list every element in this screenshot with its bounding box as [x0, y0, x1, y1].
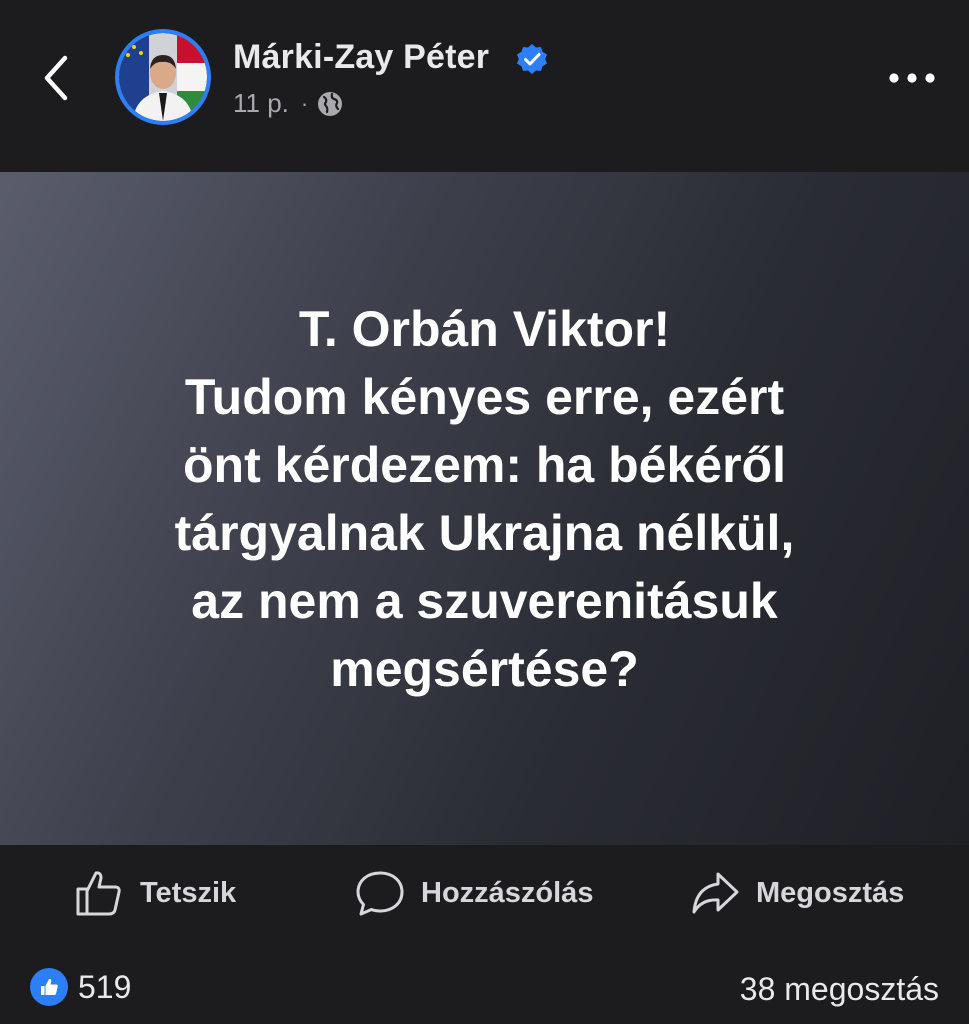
- comment-button[interactable]: Hozzászólás: [355, 867, 593, 919]
- share-arrow-icon: [692, 872, 739, 914]
- comment-bubble-icon: [356, 871, 404, 916]
- like-label: Tetszik: [140, 876, 237, 909]
- post-actions-bar: Tetszik Hozzászólás Megosztás: [0, 845, 969, 945]
- thumbs-up-icon: [76, 871, 121, 916]
- more-horizontal-icon: [889, 73, 935, 83]
- like-reaction-icon: [30, 968, 68, 1006]
- share-label: Megosztás: [756, 876, 905, 909]
- post-header: Márki-Zay Péter 11 p. ·: [0, 0, 969, 172]
- post-text-line: T. Orbán Viktor!: [298, 300, 671, 357]
- post-meta: 11 p. ·: [233, 88, 344, 119]
- author-name[interactable]: Márki-Zay Péter: [233, 38, 489, 77]
- post-text-line: Tudom kényes erre, ezért: [184, 368, 785, 425]
- post-text-line: önt kérdezem: ha békéről: [183, 436, 786, 493]
- share-button[interactable]: Megosztás: [690, 867, 904, 919]
- post-text-line: megsértése?: [330, 640, 639, 697]
- post-stats: 519 38 megosztás: [0, 945, 969, 1024]
- reaction-count: 519: [78, 968, 132, 1005]
- post-time[interactable]: 11 p.: [233, 88, 289, 119]
- avatar[interactable]: [115, 29, 211, 125]
- post-screen: Márki-Zay Péter 11 p. · T. Orbán Viktor!…: [0, 0, 969, 1024]
- profile-photo: [119, 33, 207, 121]
- meta-separator: ·: [300, 90, 309, 116]
- post-text-line: tárgyalnak Ukrajna nélkül,: [174, 504, 795, 561]
- verified-badge-icon: [517, 44, 547, 74]
- back-button[interactable]: [30, 48, 82, 108]
- like-button[interactable]: Tetszik: [74, 867, 236, 919]
- chevron-left-icon: [44, 55, 68, 101]
- globe-icon: [318, 91, 343, 116]
- post-content-card[interactable]: T. Orbán Viktor! Tudom kényes erre, ezér…: [0, 172, 969, 845]
- reaction-summary[interactable]: 519: [30, 968, 131, 1006]
- post-text: T. Orbán Viktor! Tudom kényes erre, ezér…: [65, 295, 905, 703]
- post-text-line: az nem a szuverenitásuk: [191, 572, 778, 629]
- share-count[interactable]: 38 megosztás: [740, 971, 939, 1008]
- more-options-button[interactable]: [884, 58, 940, 98]
- comment-label: Hozzászólás: [421, 876, 594, 909]
